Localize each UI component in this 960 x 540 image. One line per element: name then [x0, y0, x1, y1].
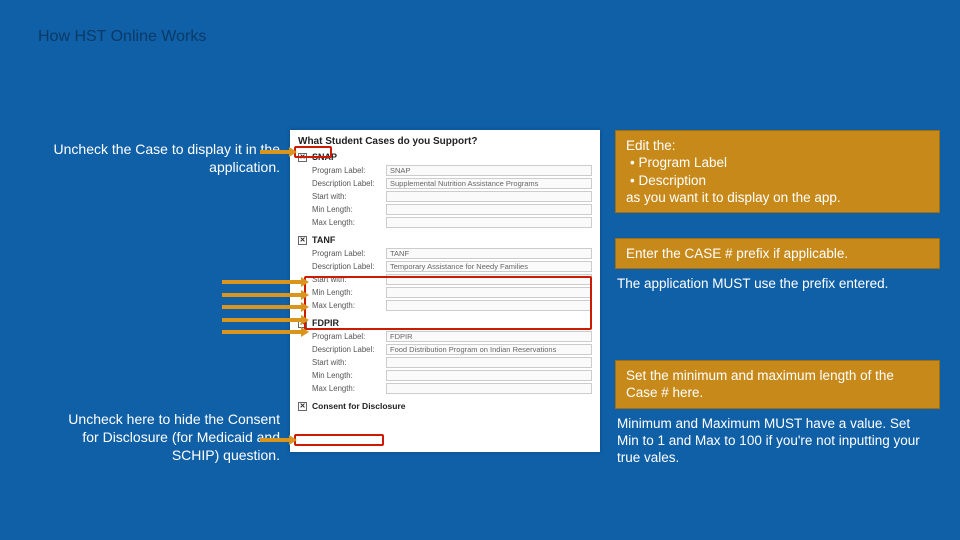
- consent-label: Consent for Disclosure: [312, 401, 406, 411]
- callout-case-prefix: Enter the CASE # prefix if applicable. T…: [615, 238, 940, 293]
- case-name: FDPIR: [312, 318, 339, 328]
- callout-line: • Description: [626, 172, 929, 189]
- input-start-with[interactable]: [386, 191, 592, 202]
- checkbox-tanf[interactable]: ✕: [298, 236, 307, 245]
- case-group-tanf: ✕ TANF Program Label:TANF Description La…: [298, 235, 592, 311]
- arrow-icon: [222, 293, 302, 297]
- input-program-label[interactable]: FDPIR: [386, 331, 592, 342]
- label-program: Program Label:: [312, 166, 386, 175]
- label-start-with: Start with:: [312, 358, 386, 367]
- input-program-label[interactable]: SNAP: [386, 165, 592, 176]
- input-max-length[interactable]: [386, 300, 592, 311]
- input-start-with[interactable]: [386, 274, 592, 285]
- label-program: Program Label:: [312, 332, 386, 341]
- arrow-icon: [222, 280, 302, 284]
- callout-boxed: Enter the CASE # prefix if applicable.: [615, 238, 940, 269]
- callout-min-max: Set the minimum and maximum length of th…: [615, 360, 940, 466]
- label-description: Description Label:: [312, 345, 386, 354]
- input-min-length[interactable]: [386, 370, 592, 381]
- label-max-length: Max Length:: [312, 301, 386, 310]
- case-group-snap: ✕ SNAP Program Label:SNAP Description La…: [298, 152, 592, 228]
- label-program: Program Label:: [312, 249, 386, 258]
- input-program-label[interactable]: TANF: [386, 248, 592, 259]
- callout-plain: The application MUST use the prefix ente…: [615, 269, 940, 292]
- label-max-length: Max Length:: [312, 218, 386, 227]
- label-description: Description Label:: [312, 262, 386, 271]
- callout-line: as you want it to display on the app.: [626, 189, 929, 206]
- case-name: SNAP: [312, 152, 337, 162]
- arrow-icon: [260, 150, 290, 154]
- label-min-length: Min Length:: [312, 371, 386, 380]
- label-start-with: Start with:: [312, 275, 386, 284]
- input-description-label[interactable]: Supplemental Nutrition Assistance Progra…: [386, 178, 592, 189]
- consent-row: ✕ Consent for Disclosure: [298, 401, 592, 411]
- arrow-icon: [260, 438, 290, 442]
- label-description: Description Label:: [312, 179, 386, 188]
- note-uncheck-consent: Uncheck here to hide the Consent for Dis…: [50, 410, 280, 465]
- checkbox-consent[interactable]: ✕: [298, 402, 307, 411]
- note-uncheck-case: Uncheck the Case to display it in the ap…: [50, 140, 280, 176]
- arrow-icon: [222, 318, 302, 322]
- case-name: TANF: [312, 235, 335, 245]
- callout-plain: Minimum and Maximum MUST have a value. S…: [615, 409, 940, 467]
- form-heading: What Student Cases do you Support?: [298, 136, 592, 147]
- slide-title: How HST Online Works: [38, 28, 206, 46]
- input-min-length[interactable]: [386, 287, 592, 298]
- label-min-length: Min Length:: [312, 288, 386, 297]
- input-description-label[interactable]: Temporary Assistance for Needy Families: [386, 261, 592, 272]
- label-min-length: Min Length:: [312, 205, 386, 214]
- label-start-with: Start with:: [312, 192, 386, 201]
- input-max-length[interactable]: [386, 383, 592, 394]
- callout-boxed: Set the minimum and maximum length of th…: [615, 360, 940, 409]
- form-panel: What Student Cases do you Support? ✕ SNA…: [290, 130, 600, 452]
- input-min-length[interactable]: [386, 204, 592, 215]
- callout-line: Edit the:: [626, 137, 929, 154]
- callout-edit-labels: Edit the: • Program Label • Description …: [615, 130, 940, 213]
- label-max-length: Max Length:: [312, 384, 386, 393]
- checkbox-snap[interactable]: ✕: [298, 153, 307, 162]
- arrow-icon: [222, 305, 302, 309]
- input-max-length[interactable]: [386, 217, 592, 228]
- input-description-label[interactable]: Food Distribution Program on Indian Rese…: [386, 344, 592, 355]
- input-start-with[interactable]: [386, 357, 592, 368]
- callout-line: • Program Label: [626, 154, 929, 171]
- case-group-fdpir: ✕ FDPIR Program Label:FDPIR Description …: [298, 318, 592, 394]
- arrow-icon: [222, 330, 302, 334]
